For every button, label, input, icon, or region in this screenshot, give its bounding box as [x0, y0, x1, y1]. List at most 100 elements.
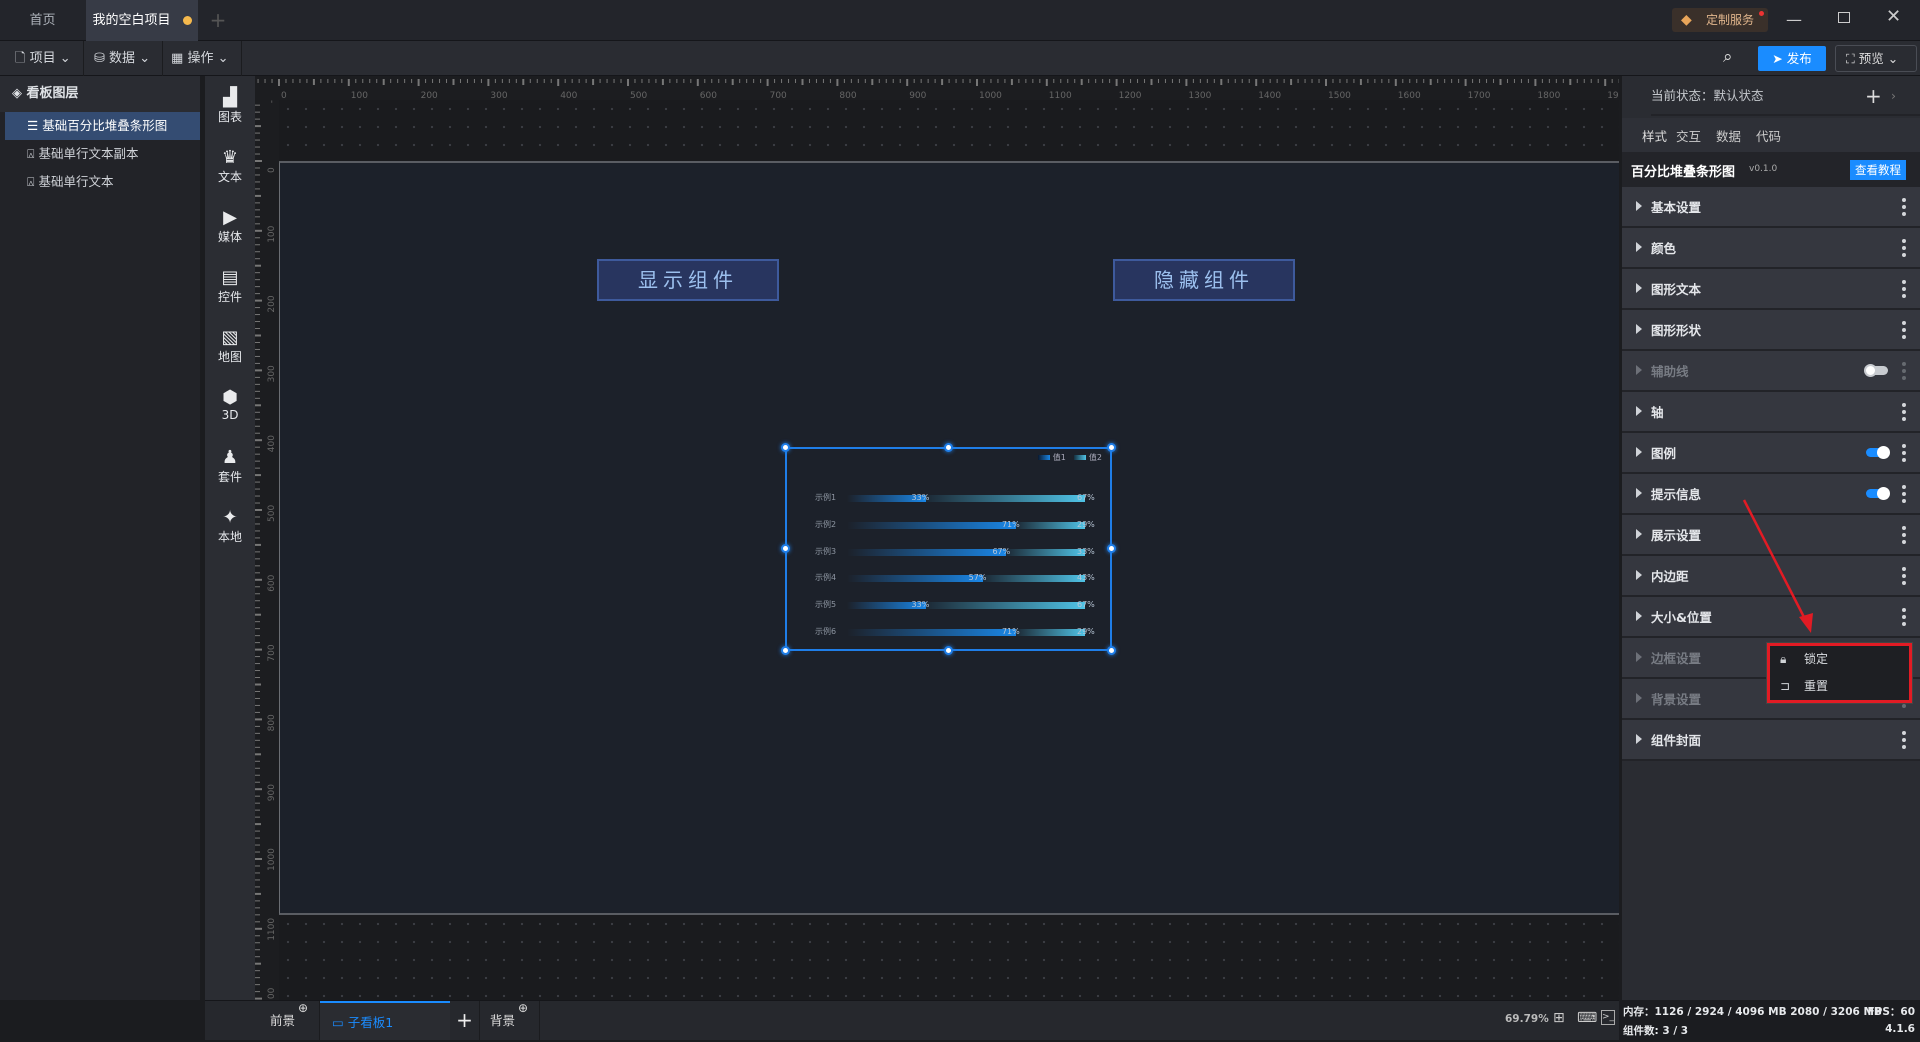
component-3d[interactable]: ⬢ 3D	[205, 388, 255, 423]
new-tab-button[interactable]: +	[203, 0, 233, 41]
text-layer-icon: ⍓	[27, 174, 35, 189]
add-board-button[interactable]: +	[450, 1001, 480, 1040]
bar-value2[interactable]	[925, 495, 1085, 502]
restore-button[interactable]	[1838, 12, 1850, 23]
keyboard-icon[interactable]: ⌨	[1577, 1010, 1597, 1026]
section-row[interactable]: 基本设置	[1622, 187, 1920, 228]
state-value[interactable]: 默认状态	[1714, 88, 1764, 103]
tab-interaction[interactable]: 交互	[1676, 126, 1701, 145]
menu-item-reset[interactable]: ⊐ 重置	[1770, 673, 1909, 700]
toggle-switch[interactable]	[1864, 364, 1888, 377]
ruler-label: 200	[421, 91, 438, 100]
more-vertical-icon[interactable]	[1902, 485, 1906, 506]
tab-style[interactable]: 样式	[1636, 126, 1674, 155]
section-row[interactable]: 图例	[1622, 433, 1920, 474]
section-row[interactable]: 颜色	[1622, 228, 1920, 269]
custom-service-button[interactable]: ◆ 定制服务	[1672, 8, 1768, 32]
search-icon[interactable]: ⌕	[1723, 47, 1733, 67]
tab-home[interactable]: 首页	[0, 0, 85, 41]
fit-screen-icon[interactable]: ⊞	[1553, 1010, 1565, 1026]
component-charts[interactable]: ▟ 图表	[205, 88, 255, 125]
section-row[interactable]: 图形形状	[1622, 310, 1920, 351]
publish-button[interactable]: ➤ 发布	[1758, 46, 1826, 71]
vertical-ruler[interactable]: -100 0 100 200 300 400 500 600 700 800 900 1000 1100…	[255, 83, 279, 1041]
ruler-label: 300	[490, 91, 507, 100]
component-media[interactable]: ▶ 媒体	[205, 208, 255, 245]
component-label: 3D	[221, 408, 239, 422]
legend-label-1[interactable]: 值1	[1053, 453, 1066, 462]
bar-value1[interactable]	[847, 575, 983, 583]
panel-empty	[1622, 824, 1920, 1000]
more-vertical-icon[interactable]	[1902, 239, 1906, 260]
terminal-icon[interactable]: >_	[1601, 1010, 1615, 1025]
zoom-level[interactable]: 69.79%	[1505, 1013, 1549, 1025]
bar-value1[interactable]	[847, 521, 1016, 529]
component-text[interactable]: ♛ 文本	[205, 148, 255, 185]
bar-value1[interactable]	[847, 629, 1016, 636]
tab-data[interactable]: 数据	[1716, 126, 1741, 145]
stacked-bar-chart[interactable]: 值1 值2 示例1 33% 67% 示例2 71% 29% 示例3 67% 33% 示例4 57% 4…	[781, 443, 1116, 655]
close-button[interactable]: ✕	[1886, 6, 1901, 27]
layer-item[interactable]: ⍓ 基础单行文本	[5, 168, 200, 196]
resize-handle[interactable]	[1107, 646, 1116, 655]
preview-button[interactable]: ⛶ 预览 ⌄	[1835, 45, 1917, 72]
minimize-button[interactable]: —	[1786, 10, 1802, 29]
data-menu[interactable]: ⛁ 数据 ⌄	[82, 41, 164, 76]
more-vertical-icon[interactable]	[1902, 362, 1906, 383]
section-row[interactable]: 图形文本	[1622, 269, 1920, 310]
legend-label-2[interactable]: 值2	[1089, 453, 1102, 462]
more-vertical-icon[interactable]	[1902, 608, 1906, 629]
tab-project[interactable]: 我的空白项目	[86, 0, 198, 41]
resize-handle[interactable]	[944, 443, 953, 452]
ruler-label: 1300	[1188, 91, 1211, 100]
more-vertical-icon[interactable]	[1902, 321, 1906, 342]
layer-item[interactable]: ⍓ 基础单行文本副本	[5, 140, 200, 168]
resize-handle[interactable]	[781, 443, 790, 452]
add-state-icon[interactable]: +	[1865, 76, 1882, 116]
component-map[interactable]: ▧ 地图	[205, 328, 255, 365]
hide-component-button[interactable]: 隐藏组件	[1113, 259, 1295, 301]
resize-handle[interactable]	[1107, 443, 1116, 452]
more-vertical-icon[interactable]	[1902, 198, 1906, 219]
project-menu[interactable]: 🗋 项目 ⌄	[3, 41, 84, 76]
menu-item-lock[interactable]: 🔒︎ 锁定	[1770, 646, 1909, 673]
resize-handle[interactable]	[944, 646, 953, 655]
add-circle-icon[interactable]: ⊕	[298, 989, 308, 1028]
more-vertical-icon[interactable]	[1902, 567, 1906, 588]
subboard-tab[interactable]: ▭ 子看板1	[320, 1001, 450, 1040]
section-row[interactable]: 轴	[1622, 392, 1920, 433]
foreground-tab[interactable]: 前景 ⊕	[260, 1001, 320, 1040]
bar-value2[interactable]	[982, 575, 1085, 583]
component-kits[interactable]: ♟ 套件	[205, 448, 255, 485]
toggle-switch[interactable]	[1866, 446, 1890, 459]
horizontal-ruler[interactable]: -100 0 100 200 300 400 500 600 700 800 900 1000 1100…	[211, 76, 1634, 101]
component-local[interactable]: ✦ 本地	[205, 508, 255, 545]
chevron-right-icon[interactable]: ›	[1891, 76, 1896, 116]
background-tab[interactable]: 背景 ⊕	[480, 1001, 540, 1040]
bar-value2[interactable]	[1015, 629, 1085, 636]
more-vertical-icon[interactable]	[1902, 280, 1906, 301]
resize-handle[interactable]	[781, 646, 790, 655]
resize-handle[interactable]	[781, 544, 790, 553]
add-circle-icon[interactable]: ⊕	[518, 989, 528, 1028]
toggle-switch[interactable]	[1866, 487, 1890, 500]
bar-value2[interactable]	[925, 602, 1085, 610]
component-controls[interactable]: ▤ 控件	[205, 268, 255, 305]
more-vertical-icon[interactable]	[1902, 526, 1906, 547]
bar-value1[interactable]	[847, 548, 1007, 556]
layer-item[interactable]: ☰ 基础百分比堆叠条形图	[5, 112, 200, 140]
data-label-value1: 33%	[911, 600, 930, 610]
tutorial-button[interactable]: 查看教程	[1850, 160, 1906, 180]
section-row[interactable]: 组件封面	[1622, 720, 1920, 761]
more-vertical-icon[interactable]	[1902, 403, 1906, 424]
spacer	[205, 1001, 255, 1040]
more-vertical-icon[interactable]	[1902, 444, 1906, 465]
bar-value2[interactable]	[1006, 548, 1085, 556]
show-component-button[interactable]: 显示组件	[597, 259, 779, 301]
bar-value2[interactable]	[1015, 521, 1085, 529]
operate-menu[interactable]: ▦ 操作 ⌄	[159, 41, 242, 76]
tab-code[interactable]: 代码	[1756, 126, 1781, 145]
resize-handle[interactable]	[1107, 544, 1116, 553]
section-row[interactable]: 辅助线	[1622, 351, 1920, 392]
more-vertical-icon[interactable]	[1902, 731, 1906, 752]
